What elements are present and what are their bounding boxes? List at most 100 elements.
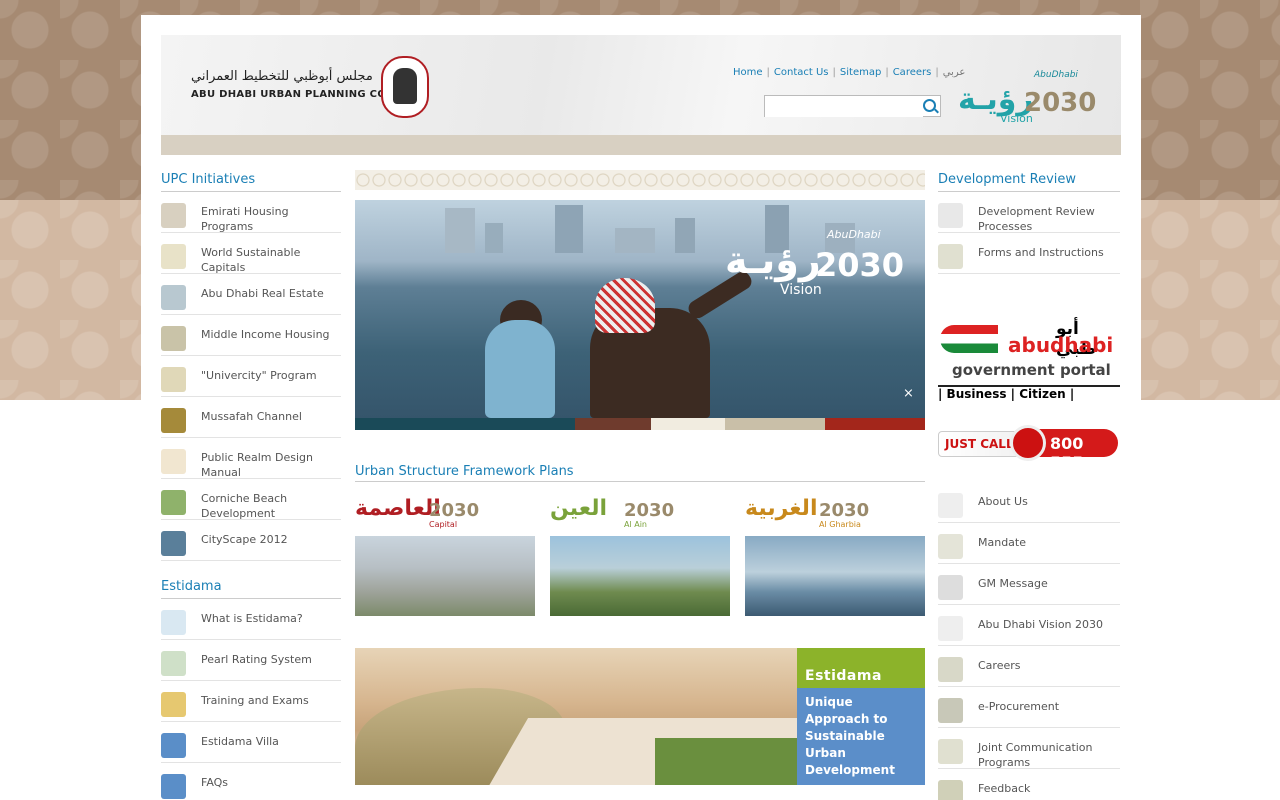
header-strip xyxy=(161,135,1121,155)
estidama-item-label: What is Estidama? xyxy=(201,612,303,625)
upc-item-label: Emirati Housing Programs xyxy=(201,205,289,233)
housing-icon xyxy=(161,203,186,228)
vision-icon xyxy=(938,616,963,641)
hero-slide[interactable]: AbuDhabi رؤيـة 2030 Vision ⨯ xyxy=(355,200,925,418)
right-link-item[interactable]: e-Procurement xyxy=(938,687,1120,728)
usfp-plan-sub: Al Ain xyxy=(624,520,648,529)
estidama-item[interactable]: Pearl Rating System xyxy=(161,640,341,681)
right-link-item-label: e-Procurement xyxy=(978,700,1060,713)
right-link-item[interactable]: Feedback xyxy=(938,769,1120,800)
upc-item-label: World Sustainable Capitals xyxy=(201,246,301,274)
upc-item[interactable]: Abu Dhabi Real Estate xyxy=(161,274,341,315)
right-link-item[interactable]: Joint Communication Programs xyxy=(938,728,1120,769)
estidama-list: What is Estidama? Pearl Rating System Trai… xyxy=(161,599,341,800)
univercity-icon xyxy=(161,367,186,392)
usfp-plan-arabic: العين xyxy=(550,496,607,521)
call-label: JUST CALL xyxy=(945,437,1014,451)
call-banner[interactable]: JUST CALL 800 555 xyxy=(938,425,1120,472)
usfp-plan-sub: Capital xyxy=(429,520,458,529)
right-link-item-label: Feedback xyxy=(978,782,1031,795)
mute-icon[interactable]: ⨯ xyxy=(903,386,917,401)
falcon-emblem-icon[interactable] xyxy=(381,56,429,118)
upc-item[interactable]: World Sustainable Capitals xyxy=(161,233,341,274)
beach-icon xyxy=(161,490,186,515)
estidama-title: Estidama xyxy=(161,579,341,599)
vision-2030-logo[interactable]: AbuDhabi رؤيـة 2030 Vision xyxy=(956,60,1096,130)
search-icon[interactable] xyxy=(923,99,936,112)
right-link-item-label: GM Message xyxy=(978,577,1048,590)
dev-review-item[interactable]: Forms and Instructions xyxy=(938,233,1120,274)
right-link-item-label: Careers xyxy=(978,659,1021,672)
slider-tab[interactable] xyxy=(825,418,925,430)
building-icon xyxy=(161,285,186,310)
slider-tab[interactable] xyxy=(725,418,825,430)
slider-tab[interactable] xyxy=(575,418,651,430)
estidama-item-label: Training and Exams xyxy=(201,694,309,707)
emblem-icon xyxy=(938,493,963,518)
upc-item-label: CityScape 2012 xyxy=(201,533,288,546)
forms-icon xyxy=(938,244,963,269)
link-contact-us[interactable]: Contact Us xyxy=(774,67,829,78)
upc-item[interactable]: Emirati Housing Programs xyxy=(161,192,341,233)
right-link-item[interactable]: About Us xyxy=(938,482,1120,523)
estidama-item[interactable]: Training and Exams xyxy=(161,681,341,722)
usfp-plan[interactable]: الغربية 2030 Al Gharbia xyxy=(745,490,925,616)
usfp-plan-arabic: الغربية xyxy=(745,496,818,521)
vision-logo-year: 2030 xyxy=(1024,88,1097,118)
usfp-plan[interactable]: العين 2030 Al Ain xyxy=(550,490,730,616)
usfp-plan-image[interactable] xyxy=(745,536,925,616)
usfp-plan-year: 2030 xyxy=(429,500,480,521)
upc-item[interactable]: Corniche Beach Development xyxy=(161,479,341,520)
usfp-plan-image[interactable] xyxy=(355,536,535,616)
estidama-item-label: Estidama Villa xyxy=(201,735,279,748)
link-careers[interactable]: Careers xyxy=(893,67,932,78)
estidama-icon xyxy=(161,610,186,635)
usfp-plan-logo: الغربية 2030 Al Gharbia xyxy=(745,490,925,530)
link-sitemap[interactable]: Sitemap xyxy=(840,67,881,78)
usfp-plan[interactable]: العاصمة 2030 Capital xyxy=(355,490,535,616)
hero-vision-english: Vision xyxy=(780,282,822,298)
page-container: مجلس أبوظبي للتخطيط العمراني ABU DHABI U… xyxy=(141,15,1141,800)
estidama-panel: Estidama Unique Approach to Sustainable … xyxy=(797,648,925,785)
gov-portal-links[interactable]: | Business | Citizen | xyxy=(938,385,1120,405)
estidama-item[interactable]: FAQs xyxy=(161,763,341,800)
link-home[interactable]: Home xyxy=(733,67,763,78)
development-review-title: Development Review xyxy=(938,172,1120,192)
slider-tab[interactable] xyxy=(355,418,575,430)
upc-item[interactable]: "Univercity" Program xyxy=(161,356,341,397)
upc-item-label: Middle Income Housing xyxy=(201,328,330,341)
slider-navigation xyxy=(355,418,925,430)
upc-item[interactable]: Public Realm Design Manual xyxy=(161,438,341,479)
left-column: UPC Initiatives Emirati Housing Programs… xyxy=(161,172,341,800)
pearl-icon xyxy=(161,651,186,676)
council-name-arabic: مجلس أبوظبي للتخطيط العمراني xyxy=(191,69,373,84)
dev-review-item-label: Development Review Processes xyxy=(978,205,1095,233)
usfp-plan-image[interactable] xyxy=(550,536,730,616)
right-link-item[interactable]: GM Message xyxy=(938,564,1120,605)
gear-icon xyxy=(938,698,963,723)
estidama-item[interactable]: What is Estidama? xyxy=(161,599,341,640)
dev-review-item[interactable]: Development Review Processes xyxy=(938,192,1120,233)
usfp-plan-sub: Al Gharbia xyxy=(819,520,861,529)
right-link-item[interactable]: Careers xyxy=(938,646,1120,687)
slider-tab[interactable] xyxy=(651,418,725,430)
usfp-plan-year: 2030 xyxy=(819,500,870,521)
right-link-item[interactable]: Abu Dhabi Vision 2030 xyxy=(938,605,1120,646)
estidama-item[interactable]: Estidama Villa xyxy=(161,722,341,763)
phone-icon xyxy=(1010,425,1046,461)
upc-initiatives-title: UPC Initiatives xyxy=(161,172,341,192)
upc-item[interactable]: Mussafah Channel xyxy=(161,397,341,438)
microphone-icon xyxy=(938,575,963,600)
mandate-icon xyxy=(938,534,963,559)
search-input[interactable] xyxy=(765,99,923,117)
government-portal-banner[interactable]: أبو ظبي abudhabi government portal | Bus… xyxy=(938,317,1120,403)
upc-item[interactable]: CityScape 2012 xyxy=(161,520,341,561)
vision-logo-abudhabi: AbuDhabi xyxy=(1034,70,1078,80)
upc-item[interactable]: Middle Income Housing xyxy=(161,315,341,356)
usfp-title: Urban Structure Framework Plans xyxy=(355,464,925,482)
people-icon xyxy=(938,657,963,682)
gov-portal-label: government portal xyxy=(952,361,1111,379)
right-link-item[interactable]: Mandate xyxy=(938,523,1120,564)
channel-icon xyxy=(161,408,186,433)
estidama-banner[interactable]: Estidama Unique Approach to Sustainable … xyxy=(355,648,925,785)
